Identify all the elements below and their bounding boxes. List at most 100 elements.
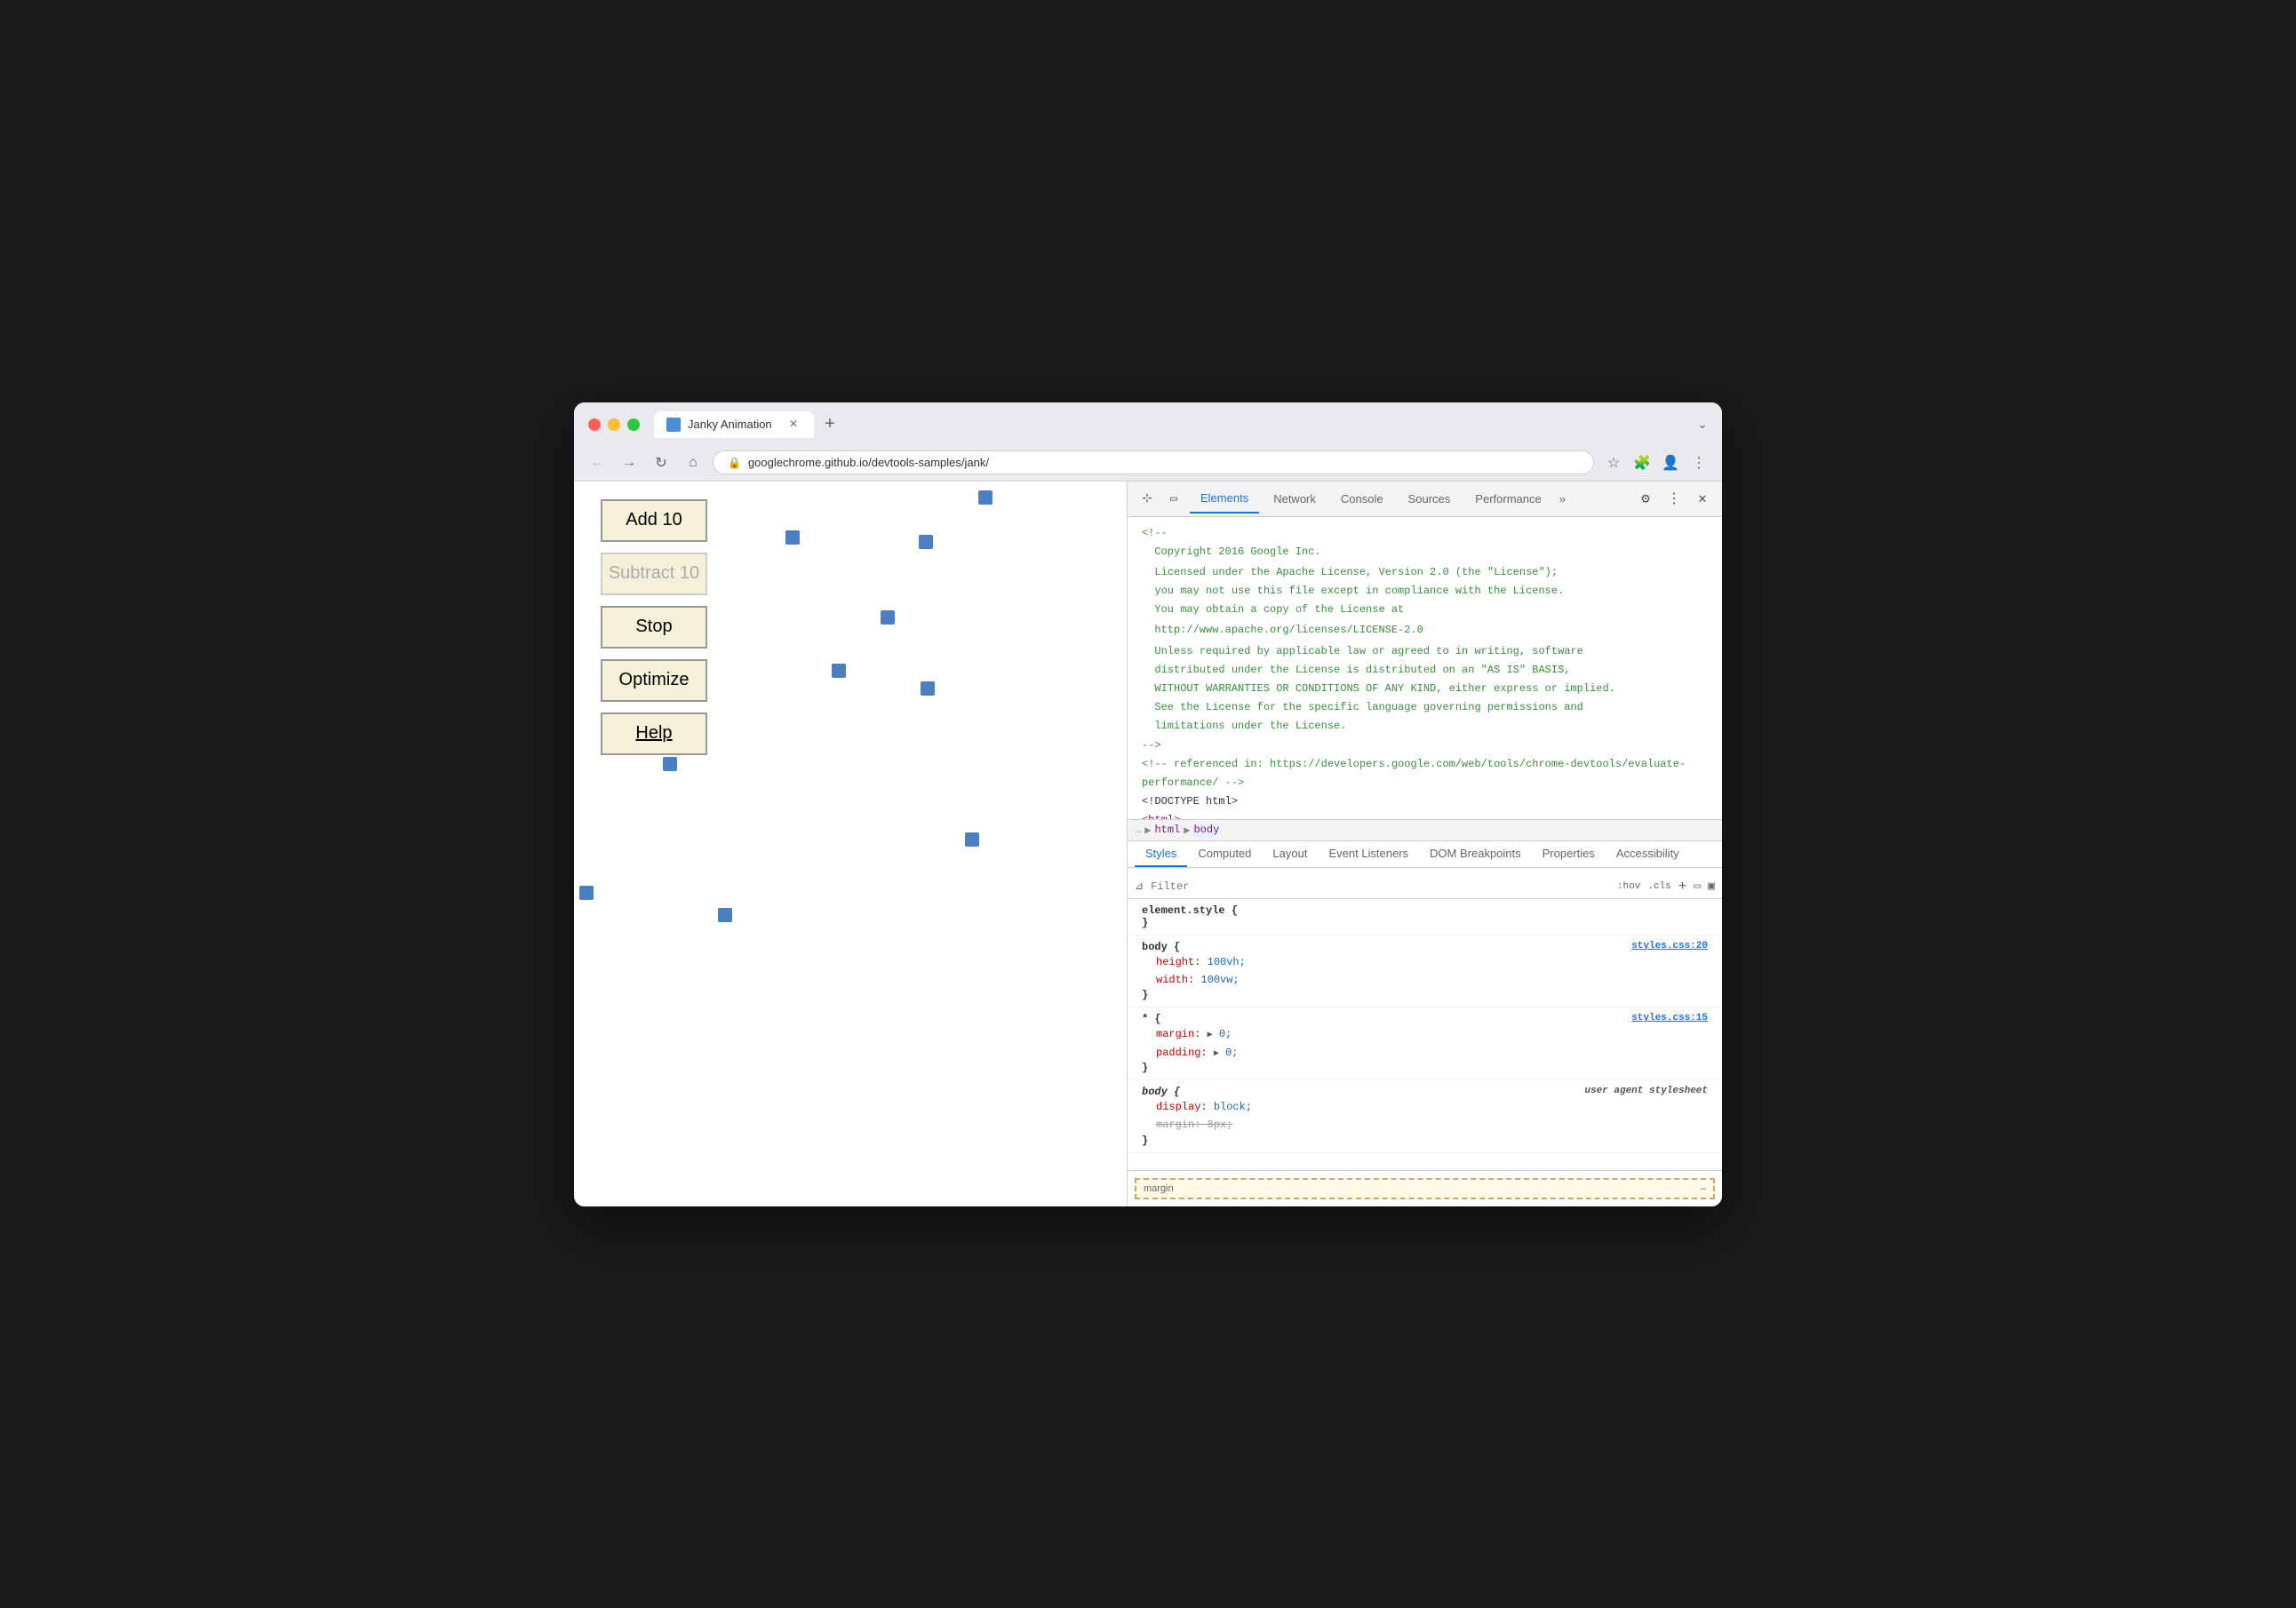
- code-line: <!DOCTYPE html>: [1128, 792, 1722, 811]
- animated-square: [881, 610, 895, 625]
- tab-more[interactable]: »: [1556, 485, 1569, 513]
- css-block-element-style: element.style { }: [1128, 899, 1722, 935]
- reload-button[interactable]: ↻: [649, 450, 674, 475]
- menu-button[interactable]: ⋮: [1686, 450, 1711, 475]
- css-closing-brace: }: [1142, 1134, 1708, 1147]
- box-model-container: margin –: [1135, 1178, 1715, 1199]
- bottom-tab-accessibility[interactable]: Accessibility: [1606, 841, 1690, 867]
- devtools-settings-icon[interactable]: ⚙: [1633, 486, 1658, 511]
- reload-icon: ↻: [655, 454, 666, 472]
- tab-close-button[interactable]: ×: [785, 417, 801, 433]
- maximize-button[interactable]: ⌄: [1697, 417, 1708, 432]
- title-bar: Janky Animation × + ⌄: [574, 402, 1722, 445]
- tab-favicon: [666, 418, 681, 432]
- devtools-toolbar: ⊹ ▭ Elements Network Console Sources Per…: [1128, 482, 1722, 517]
- tab-console[interactable]: Console: [1330, 485, 1394, 513]
- devtools-device-icon[interactable]: ▭: [1161, 486, 1186, 511]
- breadcrumb-separator: ▶: [1144, 824, 1151, 837]
- css-block-body-1: body { styles.css:20 height: 100vh; widt…: [1128, 935, 1722, 1008]
- browser-tab[interactable]: Janky Animation ×: [654, 411, 814, 438]
- maximize-traffic-light[interactable]: [627, 418, 640, 431]
- filter-icons: :hov .cls + ▭ ▣: [1617, 879, 1715, 895]
- css-property: margin: ▶ 0;: [1142, 1025, 1708, 1043]
- bottom-tab-styles[interactable]: Styles: [1135, 841, 1187, 867]
- minimize-traffic-light[interactable]: [608, 418, 620, 431]
- code-line: you may not use this file except in comp…: [1128, 582, 1722, 601]
- avatar-icon: 👤: [1662, 454, 1679, 472]
- stop-button[interactable]: Stop: [601, 606, 707, 649]
- page-area: Add 10 Subtract 10 Stop Optimize Help: [574, 482, 1127, 1206]
- optimize-button[interactable]: Optimize: [601, 659, 707, 702]
- tab-elements[interactable]: Elements: [1190, 484, 1259, 513]
- box-model-area: margin –: [1128, 1170, 1722, 1206]
- lock-icon: 🔒: [728, 457, 741, 469]
- home-button[interactable]: ⌂: [681, 450, 706, 475]
- controls-panel: Add 10 Subtract 10 Stop Optimize Help: [601, 499, 707, 755]
- nav-actions: ☆ 🧩 👤 ⋮: [1601, 450, 1711, 475]
- menu-icon: ⋮: [1692, 454, 1706, 472]
- code-line: See the License for the specific languag…: [1128, 698, 1722, 717]
- code-line: <!-- referenced in: https://developers.g…: [1128, 755, 1722, 774]
- css-closing-brace: }: [1142, 989, 1708, 1001]
- breadcrumb-body[interactable]: body: [1193, 824, 1219, 837]
- css-origin-link[interactable]: styles.css:15: [1631, 1013, 1708, 1023]
- bottom-tab-event-listeners[interactable]: Event Listeners: [1318, 841, 1419, 867]
- breadcrumb-html[interactable]: html: [1154, 824, 1180, 837]
- help-button[interactable]: Help: [601, 712, 707, 755]
- devtools-close-icon[interactable]: ✕: [1690, 486, 1715, 511]
- bottom-tab-dom-breakpoints[interactable]: DOM Breakpoints: [1419, 841, 1532, 867]
- devtools-cursor-icon[interactable]: ⊹: [1135, 486, 1160, 511]
- bookmark-button[interactable]: ☆: [1601, 450, 1626, 475]
- css-selector: body { user agent stylesheet: [1142, 1086, 1708, 1098]
- dom-breadcrumb: … ▶ html ▶ body: [1128, 819, 1722, 841]
- code-line: http://www.apache.org/licenses/LICENSE-2…: [1128, 621, 1722, 640]
- css-origin-user-agent: user agent stylesheet: [1584, 1086, 1708, 1096]
- styles-filter-bar: ⊿ :hov .cls + ▭ ▣: [1128, 875, 1722, 899]
- hov-filter-button[interactable]: :hov: [1617, 881, 1640, 892]
- tab-title: Janky Animation: [688, 418, 778, 431]
- css-block-universal: * { styles.css:15 margin: ▶ 0; padding: …: [1128, 1007, 1722, 1080]
- bottom-tab-properties[interactable]: Properties: [1532, 841, 1606, 867]
- subtract-button[interactable]: Subtract 10: [601, 553, 707, 595]
- css-property: height: 100vh;: [1142, 953, 1708, 971]
- css-selector: * { styles.css:15: [1142, 1013, 1708, 1025]
- code-line: limitations under the License.: [1128, 717, 1722, 736]
- code-area[interactable]: <!-- Copyright 2016 Google Inc. Licensed…: [1128, 517, 1722, 819]
- devtools-dots-icon[interactable]: ⋮: [1662, 486, 1686, 511]
- css-block-user-agent: body { user agent stylesheet display: bl…: [1128, 1080, 1722, 1153]
- extensions-icon: 🧩: [1633, 454, 1651, 472]
- devtools-panel: ⊹ ▭ Elements Network Console Sources Per…: [1127, 482, 1722, 1206]
- tab-performance[interactable]: Performance: [1464, 485, 1551, 513]
- styles-panel: ⊿ :hov .cls + ▭ ▣ element.style { }: [1128, 868, 1722, 1170]
- bottom-tab-computed[interactable]: Computed: [1187, 841, 1262, 867]
- add-button[interactable]: Add 10: [601, 499, 707, 542]
- css-property: width: 100vw;: [1142, 971, 1708, 989]
- tab-sources[interactable]: Sources: [1398, 485, 1462, 513]
- bottom-tab-layout[interactable]: Layout: [1262, 841, 1318, 867]
- code-line: Licensed under the Apache License, Versi…: [1128, 563, 1722, 582]
- avatar-button[interactable]: 👤: [1658, 450, 1683, 475]
- tab-network[interactable]: Network: [1263, 485, 1327, 513]
- code-line: distributed under the License is distrib…: [1128, 661, 1722, 680]
- extensions-button[interactable]: 🧩: [1630, 450, 1654, 475]
- styles-filter-input[interactable]: [1151, 880, 1610, 893]
- new-style-rule-icon[interactable]: ▭: [1694, 880, 1701, 893]
- css-origin-link[interactable]: styles.css:20: [1631, 941, 1708, 951]
- devtools-toolbar-icons: ⚙ ⋮ ✕: [1633, 486, 1715, 511]
- filter-icon: ⊿: [1135, 880, 1144, 893]
- back-button[interactable]: ←: [585, 450, 610, 475]
- css-closing-brace: }: [1142, 1062, 1708, 1074]
- address-bar[interactable]: 🔒 googlechrome.github.io/devtools-sample…: [713, 450, 1594, 474]
- add-style-icon[interactable]: +: [1678, 879, 1687, 895]
- box-model-label: margin: [1144, 1183, 1174, 1194]
- animated-square: [718, 908, 732, 922]
- main-content: Add 10 Subtract 10 Stop Optimize Help: [574, 482, 1722, 1206]
- nav-bar: ← → ↻ ⌂ 🔒 googlechrome.github.io/devtool…: [574, 445, 1722, 482]
- forward-icon: →: [622, 455, 636, 471]
- animated-square: [785, 530, 800, 545]
- forward-button[interactable]: →: [617, 450, 642, 475]
- cls-filter-button[interactable]: .cls: [1647, 881, 1670, 892]
- new-tab-button[interactable]: +: [817, 412, 842, 437]
- close-traffic-light[interactable]: [588, 418, 601, 431]
- inspect-css-icon[interactable]: ▣: [1708, 880, 1715, 893]
